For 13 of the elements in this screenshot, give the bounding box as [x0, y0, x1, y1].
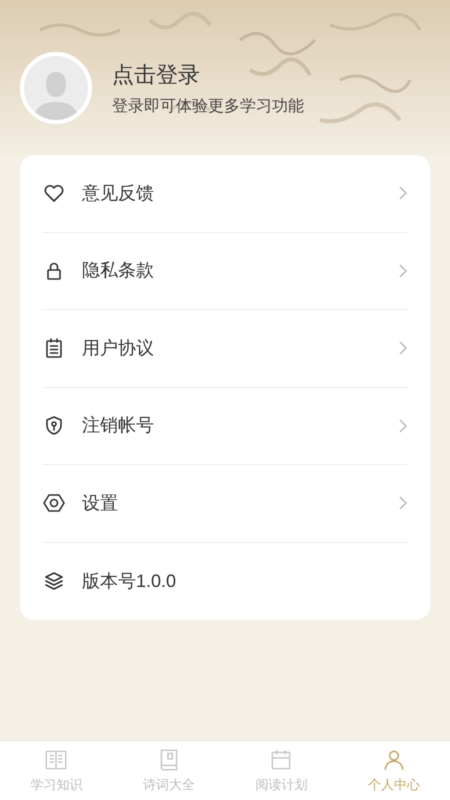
menu-label[interactable]: 注销帐号: [82, 412, 382, 440]
menu-label[interactable]: 意见反馈: [82, 180, 382, 207]
chevron-right-icon: [398, 185, 408, 202]
login-title[interactable]: 点击登录: [112, 58, 304, 90]
chevron-right-icon: [398, 418, 408, 434]
login-subtitle: 登录即可体验更多学习功能: [112, 96, 304, 116]
menu-label: 版本号1.0.0: [82, 570, 178, 593]
chevron-right-icon: [398, 495, 408, 512]
menu-label[interactable]: 设置: [82, 490, 382, 517]
menu-label[interactable]: 用户协议: [82, 334, 382, 362]
menu-label[interactable]: 隐私条款: [82, 257, 382, 284]
chevron-right-icon: [398, 262, 408, 279]
chevron-right-icon: [398, 340, 408, 356]
